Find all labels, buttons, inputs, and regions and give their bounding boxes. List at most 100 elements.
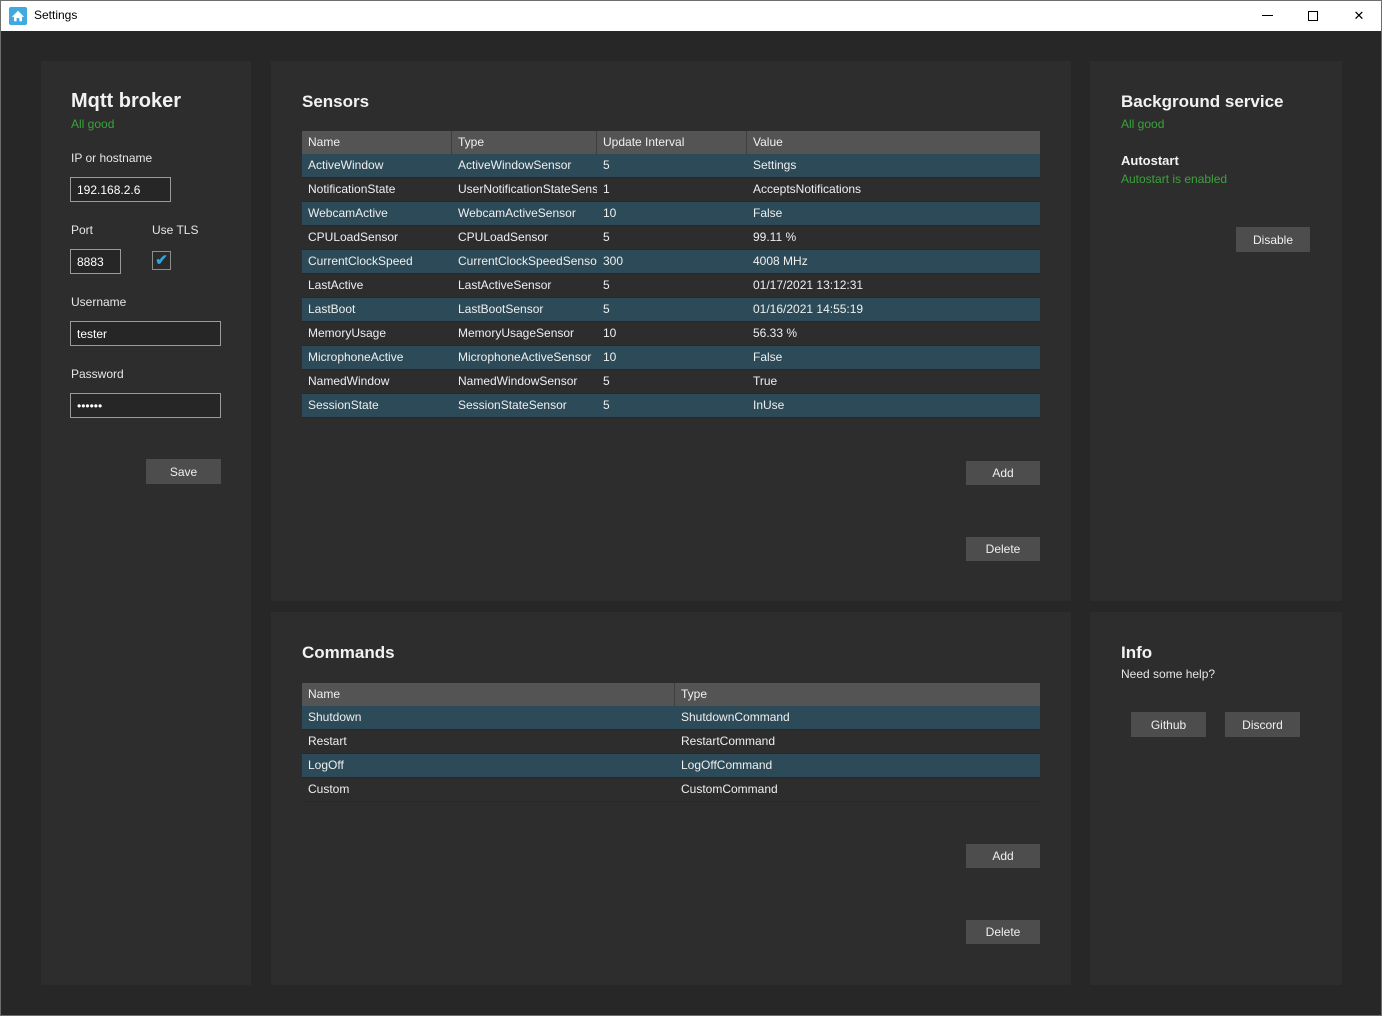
use-tls-label: Use TLS (152, 223, 198, 237)
sensor-row-cell-name: NamedWindow (302, 370, 452, 393)
sensor-row-cell-value: 01/16/2021 14:55:19 (747, 298, 1040, 321)
commands-table: Name Type ShutdownShutdownCommandRestart… (302, 683, 1040, 802)
command-row-cell-type: LogOffCommand (675, 754, 1040, 777)
sensor-row-cell-value: AcceptsNotifications (747, 178, 1040, 201)
username-label: Username (71, 295, 126, 309)
password-input[interactable] (70, 393, 221, 418)
command-row[interactable]: CustomCustomCommand (302, 778, 1040, 802)
info-subtitle: Need some help? (1121, 667, 1215, 681)
save-button[interactable]: Save (146, 459, 221, 484)
sensor-row[interactable]: MemoryUsageMemoryUsageSensor1056.33 % (302, 322, 1040, 346)
sensor-row-cell-value: 99.11 % (747, 226, 1040, 249)
command-row-cell-type: CustomCommand (675, 778, 1040, 801)
sensor-row-cell-interval: 5 (597, 370, 747, 393)
maximize-button[interactable] (1290, 0, 1336, 31)
sensor-row-cell-type: MemoryUsageSensor (452, 322, 597, 345)
sensor-row-cell-type: CurrentClockSpeedSensor (452, 250, 597, 273)
sensor-row-cell-type: NamedWindowSensor (452, 370, 597, 393)
commands-delete-button[interactable]: Delete (966, 920, 1040, 944)
background-service-status: All good (1121, 117, 1164, 131)
sensors-rows: ActiveWindowActiveWindowSensor5SettingsN… (302, 154, 1040, 418)
sensor-row-cell-value: True (747, 370, 1040, 393)
sensor-row-cell-name: ActiveWindow (302, 154, 452, 177)
sensor-row-cell-name: MemoryUsage (302, 322, 452, 345)
github-button[interactable]: Github (1131, 712, 1206, 737)
minimize-button[interactable] (1244, 0, 1290, 31)
sensor-row-cell-interval: 1 (597, 178, 747, 201)
username-input[interactable] (70, 321, 221, 346)
sensor-row[interactable]: CPULoadSensorCPULoadSensor599.11 % (302, 226, 1040, 250)
discord-button[interactable]: Discord (1225, 712, 1300, 737)
sensor-row[interactable]: LastBootLastBootSensor501/16/2021 14:55:… (302, 298, 1040, 322)
sensors-delete-button[interactable]: Delete (966, 537, 1040, 561)
commands-panel: Commands Name Type ShutdownShutdownComma… (271, 612, 1071, 985)
sensors-add-button[interactable]: Add (966, 461, 1040, 485)
port-label: Port (71, 223, 93, 237)
use-tls-checkbox[interactable]: ✔ (152, 251, 171, 270)
sensor-row-cell-type: LastActiveSensor (452, 274, 597, 297)
ip-hostname-label: IP or hostname (71, 151, 152, 165)
disable-button[interactable]: Disable (1236, 227, 1310, 252)
commands-add-button[interactable]: Add (966, 844, 1040, 868)
sensor-row-cell-name: CurrentClockSpeed (302, 250, 452, 273)
info-panel: Info Need some help? Github Discord (1090, 612, 1342, 985)
sensors-panel: Sensors Name Type Update Interval Value … (271, 61, 1071, 601)
sensor-row-cell-name: LastActive (302, 274, 452, 297)
close-icon: ✕ (1354, 9, 1365, 22)
sensors-table: Name Type Update Interval Value ActiveWi… (302, 131, 1040, 418)
sensor-row[interactable]: SessionStateSessionStateSensor5InUse (302, 394, 1040, 418)
sensor-row-cell-name: WebcamActive (302, 202, 452, 225)
column-header-type[interactable]: Type (675, 683, 1040, 706)
sensor-row[interactable]: CurrentClockSpeedCurrentClockSpeedSensor… (302, 250, 1040, 274)
autostart-status: Autostart is enabled (1121, 172, 1227, 186)
sensor-row-cell-type: ActiveWindowSensor (452, 154, 597, 177)
column-header-value[interactable]: Value (747, 131, 1040, 154)
commands-rows: ShutdownShutdownCommandRestartRestartCom… (302, 706, 1040, 802)
column-header-name[interactable]: Name (302, 683, 675, 706)
sensor-row-cell-type: SessionStateSensor (452, 394, 597, 417)
sensors-title: Sensors (302, 92, 369, 112)
column-header-type[interactable]: Type (452, 131, 597, 154)
sensor-row-cell-interval: 5 (597, 226, 747, 249)
password-label: Password (71, 367, 124, 381)
sensor-row[interactable]: WebcamActiveWebcamActiveSensor10False (302, 202, 1040, 226)
command-row-cell-name: Restart (302, 730, 675, 753)
close-button[interactable]: ✕ (1336, 0, 1382, 31)
info-title: Info (1121, 643, 1152, 663)
sensor-row-cell-value: 4008 MHz (747, 250, 1040, 273)
sensor-row-cell-interval: 10 (597, 202, 747, 225)
commands-table-header: Name Type (302, 683, 1040, 706)
sensor-row-cell-value: False (747, 202, 1040, 225)
background-service-panel: Background service All good Autostart Au… (1090, 61, 1342, 601)
sensor-row-cell-name: MicrophoneActive (302, 346, 452, 369)
sensor-row-cell-type: MicrophoneActiveSensor (452, 346, 597, 369)
sensor-row-cell-value: Settings (747, 154, 1040, 177)
column-header-name[interactable]: Name (302, 131, 452, 154)
command-row-cell-type: ShutdownCommand (675, 706, 1040, 729)
command-row[interactable]: ShutdownShutdownCommand (302, 706, 1040, 730)
sensor-row[interactable]: ActiveWindowActiveWindowSensor5Settings (302, 154, 1040, 178)
mqtt-status-text: All good (71, 117, 114, 131)
command-row-cell-name: Shutdown (302, 706, 675, 729)
sensor-row[interactable]: MicrophoneActiveMicrophoneActiveSensor10… (302, 346, 1040, 370)
sensor-row-cell-interval: 300 (597, 250, 747, 273)
titlebar: Settings ✕ (0, 0, 1382, 31)
sensor-row[interactable]: NotificationStateUserNotificationStateSe… (302, 178, 1040, 202)
column-header-update-interval[interactable]: Update Interval (597, 131, 747, 154)
sensor-row-cell-interval: 10 (597, 346, 747, 369)
sensor-row-cell-type: UserNotificationStateSens (452, 178, 597, 201)
sensor-row-cell-value: False (747, 346, 1040, 369)
port-input[interactable] (70, 249, 121, 274)
sensor-row-cell-type: CPULoadSensor (452, 226, 597, 249)
sensor-row[interactable]: NamedWindowNamedWindowSensor5True (302, 370, 1040, 394)
command-row[interactable]: RestartRestartCommand (302, 730, 1040, 754)
mqtt-broker-panel: Mqtt broker All good IP or hostname Port… (41, 61, 251, 985)
autostart-label: Autostart (1121, 153, 1179, 168)
sensor-row[interactable]: LastActiveLastActiveSensor501/17/2021 13… (302, 274, 1040, 298)
command-row[interactable]: LogOffLogOffCommand (302, 754, 1040, 778)
sensor-row-cell-name: SessionState (302, 394, 452, 417)
ip-hostname-input[interactable] (70, 177, 171, 202)
command-row-cell-name: LogOff (302, 754, 675, 777)
sensor-row-cell-interval: 5 (597, 154, 747, 177)
mqtt-broker-title: Mqtt broker (71, 90, 181, 113)
